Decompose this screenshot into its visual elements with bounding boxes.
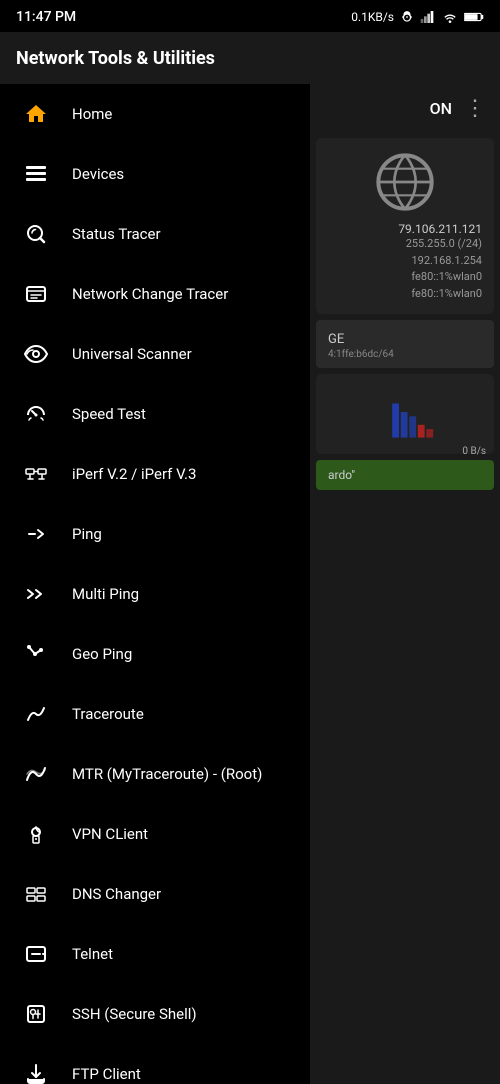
sidebar-item-dns-changer[interactable]: DNS Changer	[0, 864, 310, 924]
sidebar-item-multi-ping[interactable]: Multi Ping	[0, 564, 310, 624]
sidebar-item-universal-scanner[interactable]: Universal Scanner	[0, 324, 310, 384]
sidebar-item-home[interactable]: Home	[0, 84, 310, 144]
ipv6-2: fe80::1%wlan0	[328, 286, 482, 303]
sidebar-item-iperf[interactable]: iPerf V.2 / iPerf V.3	[0, 444, 310, 504]
bottom-label: ardo"	[328, 468, 355, 482]
status-tracer-icon	[20, 218, 52, 250]
sidebar-item-ftp-client[interactable]: FTP Client	[0, 1044, 310, 1084]
subnet-mask: 255.255.0 (/24)	[328, 236, 482, 253]
globe-icon	[373, 150, 437, 214]
sidebar-item-network-change-tracer[interactable]: Network Change Tracer	[0, 264, 310, 324]
sidebar-item-ssh-label: SSH (Secure Shell)	[72, 1005, 197, 1023]
sidebar-item-status-tracer-label: Status Tracer	[72, 225, 161, 243]
sidebar-item-ftp-client-label: FTP Client	[72, 1065, 141, 1083]
geo-ping-icon	[20, 638, 52, 670]
bottom-card: ardo"	[316, 460, 494, 490]
ping-icon	[20, 518, 52, 550]
network-type-card: GE 4:1ffe:b6dc/64	[316, 320, 494, 368]
sidebar-item-geo-ping[interactable]: Geo Ping	[0, 624, 310, 684]
wifi-icon	[442, 10, 458, 24]
ip-address: 79.106.211.121	[328, 222, 482, 236]
status-bar: 11:47 PM 0.1KB/s	[0, 0, 500, 32]
sidebar-item-telnet-label: Telnet	[72, 945, 113, 963]
network-card: 79.106.211.121 255.255.0 (/24) 192.168.1…	[316, 138, 494, 314]
sidebar-item-home-label: Home	[72, 105, 112, 123]
sidebar-item-multi-ping-label: Multi Ping	[72, 585, 139, 603]
sidebar-item-mtr-label: MTR (MyTraceroute) - (Root)	[72, 765, 262, 783]
status-icons: 0.1KB/s	[351, 10, 484, 24]
universal-scanner-icon	[20, 338, 52, 370]
telnet-icon	[20, 938, 52, 970]
devices-icon	[20, 158, 52, 190]
sidebar-item-status-tracer[interactable]: Status Tracer	[0, 204, 310, 264]
sidebar-item-iperf-label: iPerf V.2 / iPerf V.3	[72, 465, 196, 483]
sidebar-item-devices[interactable]: Devices	[0, 144, 310, 204]
sidebar-item-vpn-client-label: VPN CLient	[72, 825, 148, 843]
navigation-drawer: Home Devices Status Tracer	[0, 84, 310, 1084]
content-toolbar: ON ⋮	[310, 84, 500, 132]
signal-icon	[420, 10, 436, 24]
sidebar-item-mtr[interactable]: MTR (MyTraceroute) - (Root)	[0, 744, 310, 804]
ssh-icon	[20, 998, 52, 1030]
gateway: 192.168.1.254	[328, 253, 482, 270]
battery-icon	[464, 11, 484, 23]
more-options-button[interactable]: ⋮	[464, 96, 488, 121]
sidebar-item-ping-label: Ping	[72, 525, 102, 543]
sidebar-item-traceroute-label: Traceroute	[72, 705, 144, 723]
sidebar-item-telnet[interactable]: Telnet	[0, 924, 310, 984]
iperf-icon	[20, 458, 52, 490]
sidebar-item-geo-ping-label: Geo Ping	[72, 645, 132, 663]
speed-chart: 0 B/s	[316, 374, 494, 454]
sidebar-item-speed-test-label: Speed Test	[72, 405, 146, 423]
traceroute-icon	[20, 698, 52, 730]
chart-svg	[324, 382, 486, 442]
alarm-icon	[400, 10, 414, 24]
ftp-client-icon	[20, 1058, 52, 1084]
content-area: ON ⋮ 79.106.211.121 255.255.0 (/24) 192.…	[310, 84, 500, 1084]
content-label: ON	[430, 99, 452, 118]
sidebar-item-universal-scanner-label: Universal Scanner	[72, 345, 192, 363]
speed-test-icon	[20, 398, 52, 430]
ipv6-partial: 4:1ffe:b6dc/64	[328, 349, 482, 360]
network-info: 255.255.0 (/24) 192.168.1.254 fe80::1%wl…	[328, 236, 482, 302]
main-layout: Home Devices Status Tracer	[0, 84, 500, 1084]
speed-indicator: 0.1KB/s	[351, 10, 394, 24]
multi-ping-icon	[20, 578, 52, 610]
sidebar-item-ping[interactable]: Ping	[0, 504, 310, 564]
status-time: 11:47 PM	[16, 9, 76, 25]
app-title: Network Tools & Utilities	[16, 48, 215, 69]
sidebar-item-speed-test[interactable]: Speed Test	[0, 384, 310, 444]
ipv6-1: fe80::1%wlan0	[328, 269, 482, 286]
home-icon	[20, 98, 52, 130]
sidebar-item-network-change-tracer-label: Network Change Tracer	[72, 285, 228, 303]
sidebar-item-ssh[interactable]: SSH (Secure Shell)	[0, 984, 310, 1044]
sidebar-item-vpn-client[interactable]: VPN CLient	[0, 804, 310, 864]
sidebar-item-dns-changer-label: DNS Changer	[72, 885, 161, 903]
vpn-client-icon	[20, 818, 52, 850]
globe-icon-container	[328, 150, 482, 214]
network-type-label: GE	[328, 332, 344, 347]
app-header: Network Tools & Utilities	[0, 32, 500, 84]
speed-value: 0 B/s	[324, 446, 486, 457]
network-change-tracer-icon	[20, 278, 52, 310]
dns-changer-icon	[20, 878, 52, 910]
mtr-icon	[20, 758, 52, 790]
sidebar-item-devices-label: Devices	[72, 165, 124, 183]
sidebar-item-traceroute[interactable]: Traceroute	[0, 684, 310, 744]
